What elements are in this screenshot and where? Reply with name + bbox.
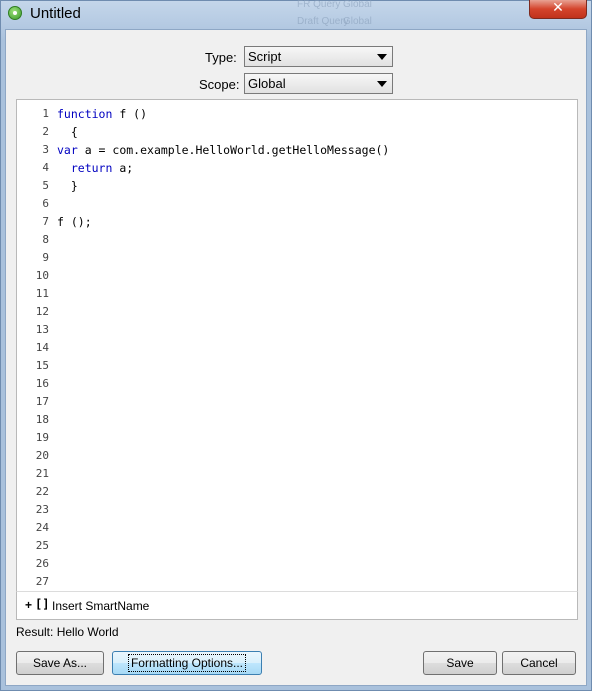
scope-select[interactable]: Global — [244, 73, 393, 94]
save-label: Save — [446, 656, 474, 670]
save-as-label: Save As... — [32, 656, 88, 670]
line-number: 21 — [35, 467, 49, 480]
insert-smartname-label[interactable]: Insert SmartName — [52, 599, 149, 613]
code-line: return a; — [57, 159, 389, 177]
line-number: 26 — [35, 557, 49, 570]
line-number: 2 — [42, 125, 49, 138]
brackets-icon: [] — [35, 597, 50, 611]
line-number: 13 — [35, 323, 49, 336]
scope-select-value: Global — [248, 76, 286, 91]
line-number: 7 — [42, 215, 49, 228]
line-number: 4 — [42, 161, 49, 174]
line-number: 1 — [42, 107, 49, 120]
close-button[interactable]: ✕ — [529, 0, 587, 19]
line-number: 23 — [35, 503, 49, 516]
code-keyword: var — [57, 143, 78, 157]
result-line: Result: Hello World — [16, 625, 119, 639]
line-number: 25 — [35, 539, 49, 552]
script-editor[interactable]: 1 2 3 4 5 6 7 8 9 10 11 12 13 14 15 16 17 18 19 20 21 22 23 24 2… — [16, 99, 578, 620]
line-number: 18 — [35, 413, 49, 426]
background-ghost-text: Global — [343, 0, 372, 10]
type-select-value: Script — [248, 49, 282, 64]
cancel-button[interactable]: Cancel — [502, 651, 576, 675]
code-text: } — [57, 179, 78, 193]
line-number: 19 — [35, 431, 49, 444]
background-ghost-text: Draft Query — [297, 16, 349, 27]
line-number: 16 — [35, 377, 49, 390]
line-number: 22 — [35, 485, 49, 498]
line-number: 17 — [35, 395, 49, 408]
chevron-down-icon — [377, 81, 387, 87]
title-bar[interactable]: Untitled FR Query Global Draft Query Glo… — [1, 0, 591, 28]
line-number: 20 — [35, 449, 49, 462]
code-line: { — [57, 123, 389, 141]
code-line: } — [57, 177, 389, 195]
code-area[interactable]: function f () { var a = com.example.Hello… — [57, 105, 389, 231]
line-number: 27 — [35, 575, 49, 588]
line-number: 12 — [35, 305, 49, 318]
chevron-down-icon — [377, 54, 387, 60]
line-number: 6 — [42, 197, 49, 210]
dialog-body: Type: Script Scope: Global 1 2 3 4 5 6 7 8 9 10 11… — [5, 29, 587, 686]
line-number: 3 — [42, 143, 49, 156]
line-number: 24 — [35, 521, 49, 534]
type-label: Type: — [205, 50, 237, 65]
scope-label: Scope: — [199, 77, 240, 92]
code-line: f (); — [57, 213, 389, 231]
window-title: Untitled — [30, 5, 81, 22]
insert-smartname-bar[interactable]: + [] Insert SmartName — [16, 591, 578, 620]
code-text: a; — [112, 161, 134, 175]
background-ghost-text: Global — [343, 16, 372, 27]
code-keyword: return — [70, 161, 113, 175]
code-text: f () — [112, 107, 148, 121]
save-as-button[interactable]: Save As... — [16, 651, 104, 675]
result-label: Result: — [16, 625, 54, 639]
cancel-label: Cancel — [520, 656, 558, 670]
result-value: Hello World — [56, 625, 119, 639]
code-text: a = com.example.HelloWorld.getHelloMessa… — [77, 143, 390, 157]
app-gear-icon — [8, 6, 22, 20]
dialog-window: Untitled FR Query Global Draft Query Glo… — [0, 0, 592, 691]
code-text: f (); — [57, 215, 92, 229]
line-number: 11 — [35, 287, 49, 300]
line-number-gutter: 1 2 3 4 5 6 7 8 9 10 11 12 13 14 15 16 17 18 19 20 21 22 23 24 2… — [17, 105, 51, 591]
line-number: 8 — [42, 233, 49, 246]
code-line: var a = com.example.HelloWorld.getHelloM… — [57, 141, 389, 159]
line-number: 14 — [35, 341, 49, 354]
code-text: { — [57, 125, 78, 139]
line-number: 15 — [35, 359, 49, 372]
expand-plus-icon[interactable]: + — [25, 598, 32, 612]
line-number: 5 — [42, 179, 49, 192]
type-select[interactable]: Script — [244, 46, 393, 67]
formatting-options-label: Formatting Options... — [127, 654, 247, 672]
code-line: function f () — [57, 105, 389, 123]
line-number: 9 — [42, 251, 49, 264]
save-button[interactable]: Save — [423, 651, 497, 675]
close-icon: ✕ — [552, 0, 564, 16]
code-keyword: function — [57, 107, 113, 121]
background-ghost-text: FR Query — [297, 0, 341, 10]
formatting-options-button[interactable]: Formatting Options... — [112, 651, 262, 675]
line-number: 10 — [35, 269, 49, 282]
